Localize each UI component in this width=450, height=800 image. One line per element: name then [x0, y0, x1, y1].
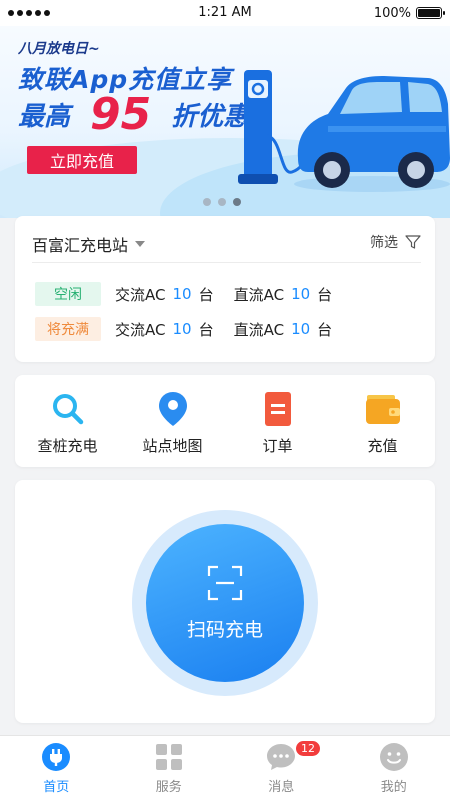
menu-label: 查桩充电	[37, 437, 98, 455]
filter-icon	[405, 235, 421, 249]
ac-count: 10	[172, 320, 192, 338]
banner-discount-number: 95	[90, 88, 152, 140]
dc-count-group: 直流AC 10 台	[234, 284, 333, 305]
search-icon	[50, 391, 86, 427]
bottom-tab-bar: 首页 服务 消息 我的 12	[0, 735, 450, 800]
location-pin-icon	[155, 391, 191, 427]
status-row-almost-full: 将充满 交流AC 10 台 直流AC 10 台	[35, 317, 352, 341]
scan-charge-button[interactable]: 扫码充电	[146, 524, 304, 682]
battery-fill	[418, 9, 440, 17]
ac-label: 交流AC	[115, 285, 166, 304]
menu-orders[interactable]: 订单	[225, 375, 330, 467]
banner-prefix: 最高	[18, 101, 71, 132]
filter-label: 筛选	[370, 235, 398, 251]
order-icon	[260, 391, 296, 427]
dc-unit: 台	[317, 285, 333, 304]
status-badge-almost-full: 将充满	[35, 317, 101, 341]
ac-unit: 台	[198, 285, 214, 304]
dc-label: 直流AC	[233, 320, 285, 339]
menu-label: 订单	[262, 437, 293, 455]
ac-count-group: 交流AC 10 台	[115, 319, 214, 340]
tab-label: 服务	[155, 780, 182, 795]
station-card: 百富汇充电站 筛选 空闲 交流AC 10 台 直流AC 10 台 将充满 交流A…	[15, 216, 435, 362]
status-time: 1:21 AM	[198, 5, 252, 20]
recharge-now-button[interactable]: 立即充值	[27, 146, 137, 174]
promo-banner[interactable]: 八月放电日~ 致联App充值立享 最高 95 折优惠 立即充值	[0, 26, 450, 218]
tab-label: 首页	[43, 780, 70, 795]
caret-down-icon	[135, 241, 146, 247]
scan-label: 扫码充电	[186, 618, 263, 641]
message-count-badge: 12	[296, 741, 320, 756]
menu-find-charger[interactable]: 查桩充电	[15, 375, 120, 467]
banner-small-text: 八月放电日~	[18, 41, 100, 57]
tab-label: 消息	[268, 780, 295, 795]
status-bar: 1:21 AM 100%	[0, 0, 450, 26]
status-badge-idle: 空闲	[35, 282, 101, 306]
menu-label: 充值	[367, 437, 398, 455]
ac-label: 交流AC	[115, 320, 166, 339]
dc-count: 10	[291, 320, 311, 338]
pager-dot[interactable]	[203, 198, 211, 206]
dc-label: 直流AC	[233, 285, 285, 304]
dc-count: 10	[291, 285, 311, 303]
dc-count-group: 直流AC 10 台	[234, 319, 333, 340]
filter-button[interactable]: 筛选	[370, 232, 421, 252]
divider	[32, 262, 421, 263]
scan-frame-icon	[207, 565, 243, 600]
banner-pager[interactable]	[203, 198, 241, 206]
banner-discount-line: 最高 95 折优惠	[18, 89, 249, 140]
tab-profile[interactable]: 我的	[338, 736, 450, 800]
tab-home[interactable]: 首页	[0, 736, 113, 800]
scan-card: 扫码充电	[15, 480, 435, 723]
station-name: 百富汇充电站	[32, 236, 129, 255]
menu-station-map[interactable]: 站点地图	[120, 375, 225, 467]
wallet-icon	[365, 391, 401, 427]
grid-icon	[154, 742, 184, 772]
menu-label: 站点地图	[142, 437, 203, 455]
electric-car-illustration	[294, 76, 450, 192]
status-row-idle: 空闲 交流AC 10 台 直流AC 10 台	[35, 282, 352, 306]
pager-dot[interactable]	[218, 198, 226, 206]
plug-icon	[41, 742, 71, 772]
tab-messages[interactable]: 消息	[225, 736, 338, 800]
ac-count: 10	[172, 285, 192, 303]
tab-label: 我的	[380, 780, 407, 795]
menu-recharge[interactable]: 充值	[330, 375, 435, 467]
quick-menu: 查桩充电 站点地图 订单 充值	[15, 375, 435, 467]
message-icon	[266, 742, 296, 772]
ac-count-group: 交流AC 10 台	[115, 284, 214, 305]
smile-icon	[379, 742, 409, 772]
station-selector[interactable]: 百富汇充电站	[32, 232, 146, 256]
battery-icon	[416, 7, 445, 19]
scan-button-ring: 扫码充电	[132, 510, 318, 696]
dc-unit: 台	[317, 320, 333, 339]
ac-unit: 台	[198, 320, 214, 339]
pager-dot[interactable]	[233, 198, 241, 206]
tab-services[interactable]: 服务	[113, 736, 226, 800]
